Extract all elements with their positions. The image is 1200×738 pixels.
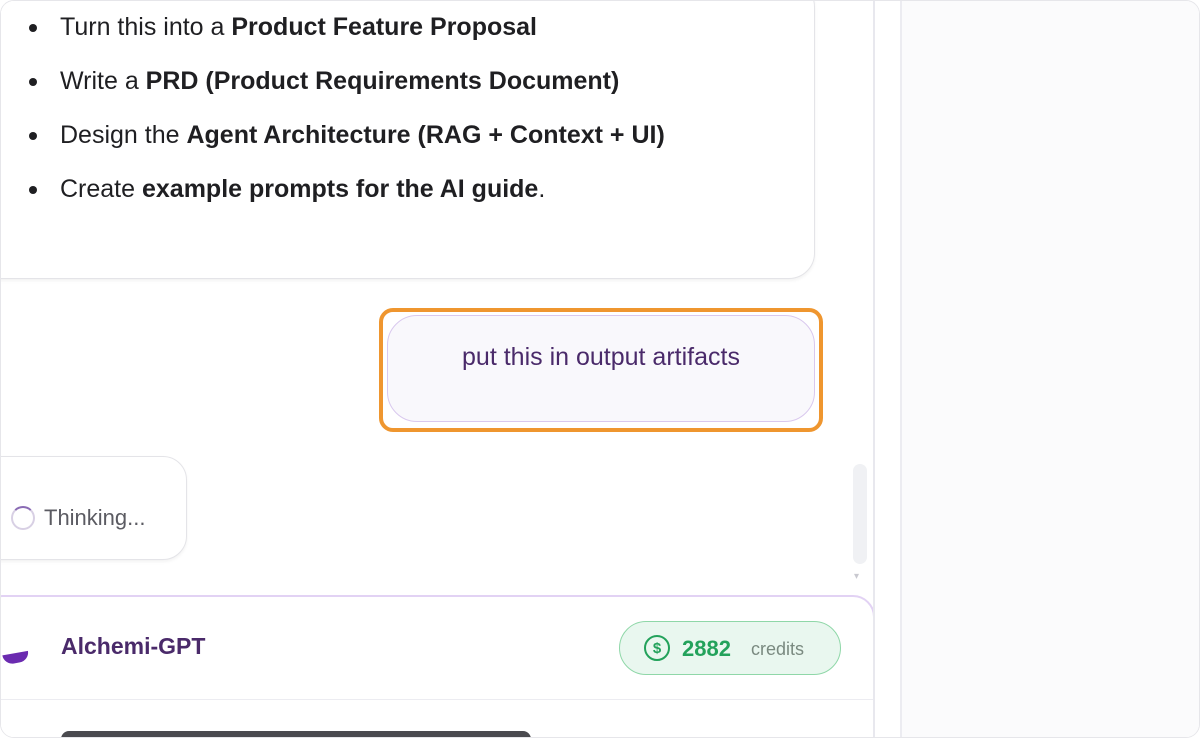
bullet-dot (29, 24, 37, 32)
chat-thread: Turn this into a Product Feature Proposa… (1, 1, 873, 737)
assistant-message: Turn this into a Product Feature Proposa… (1, 1, 815, 279)
artifacts-panel (902, 1, 1199, 737)
suggestion-item: Write a PRD (Product Requirements Docume… (26, 66, 665, 120)
suggestion-prefix: Write a (60, 67, 146, 95)
model-name[interactable]: Alchemi-GPT (61, 633, 205, 660)
app-window: Turn this into a Product Feature Proposa… (0, 0, 1200, 738)
suggestion-item: Create example prompts for the AI guide. (26, 174, 665, 228)
chat-scrollbar[interactable] (853, 464, 867, 564)
suggestion-bold: Product Feature Proposal (231, 13, 537, 41)
user-message[interactable]: put this in output artifacts (387, 315, 815, 422)
thinking-indicator: Thinking... (1, 456, 187, 560)
composer-divider (1, 699, 873, 700)
thinking-label: Thinking... (44, 505, 146, 530)
bullet-dot (29, 186, 37, 194)
suggestion-item: Design the Agent Architecture (RAG + Con… (26, 120, 665, 174)
suggestion-bold: example prompts for the AI guide (141, 175, 539, 203)
suggestion-prefix: Create (60, 175, 142, 203)
dollar-coin-icon: $ (644, 635, 670, 661)
suggestion-prefix: Design the (60, 121, 187, 149)
scroll-down-arrow-icon[interactable]: ▾ (854, 571, 859, 582)
user-message-text: put this in output artifacts (462, 343, 740, 371)
bullet-dot (29, 132, 37, 140)
suggestion-prefix: Turn this into a (60, 13, 232, 41)
panel-gutter (875, 1, 900, 737)
suggestion-suffix: . (538, 175, 546, 203)
credits-badge[interactable]: $ 2882 credits (619, 621, 841, 675)
composer-panel: Alchemi-GPT $ 2882 credits (1, 595, 873, 737)
credits-value: 2882 (682, 636, 731, 661)
bullet-dot (29, 78, 37, 86)
suggestion-bold: PRD (Product Requirements Document) (145, 67, 620, 95)
credits-label: credits (751, 639, 805, 659)
suggestion-list: Turn this into a Product Feature Proposa… (26, 12, 665, 228)
loading-spinner-icon (11, 506, 35, 530)
alchemi-logo-icon (2, 650, 30, 666)
suggestion-item: Turn this into a Product Feature Proposa… (26, 12, 665, 66)
suggestion-bold: Agent Architecture (RAG + Context + UI) (186, 121, 665, 149)
composer-text-fragment (61, 731, 531, 737)
